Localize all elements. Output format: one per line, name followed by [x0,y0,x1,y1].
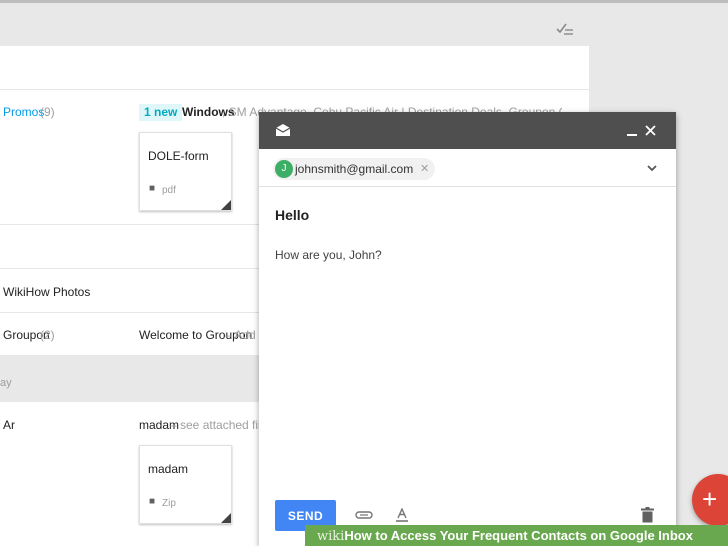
groupon-count: (2) [40,328,55,342]
corner-fold-icon [221,200,231,210]
trash-icon[interactable] [641,507,654,523]
avatar: J [275,160,293,178]
compose-window: J johnsmith@gmail.com ✕ Hello How are yo… [259,112,676,546]
attachment-name: madam [148,462,189,476]
body-field[interactable]: How are you, John? [275,248,382,262]
envelope-icon [275,124,291,136]
sweep-done-icon[interactable] [556,22,574,36]
zip-icon: ■ [149,496,156,507]
new-badge: 1 new [139,104,183,121]
watermark-banner: wikiHow to Access Your Frequent Contacts… [305,525,728,546]
corner-fold-icon [221,513,231,523]
attachment-name: DOLE-form [148,149,209,163]
compose-fab-button[interactable]: + [692,474,728,526]
attachment-type: Zip [162,498,176,509]
inbox-header-row [0,46,589,90]
ar-label: Ar [3,418,15,432]
close-icon[interactable] [645,125,656,136]
watermark-title: How to Access Your Frequent Contacts on … [344,528,693,543]
recipient-email: johnsmith@gmail.com [295,162,414,176]
chevron-down-icon[interactable] [647,165,657,172]
compose-header [259,112,676,149]
promos-count: (9) [40,105,55,119]
attachment-dole-form[interactable]: DOLE-form ■ pdf [139,132,232,211]
minimize-icon[interactable] [626,125,638,137]
recipient-chip[interactable]: J johnsmith@gmail.com ✕ [273,158,436,180]
top-bar [0,0,728,46]
attach-icon[interactable] [355,510,373,520]
attachment-madam[interactable]: madam ■ Zip [139,445,232,524]
attachment-type: pdf [162,185,176,196]
section-label: ay [0,377,12,389]
watermark-logo: wiki [317,529,345,544]
recipient-row[interactable]: J johnsmith@gmail.com ✕ [259,149,676,187]
remove-recipient-icon[interactable]: ✕ [420,158,429,180]
promos-label: Promos [3,105,45,119]
text-format-icon[interactable] [396,508,408,522]
subject-field[interactable]: Hello [275,207,309,223]
groupon-snippet: – Add " [225,328,264,342]
wikihow-label: WikiHow Photos [3,285,91,299]
file-icon: ■ [149,183,156,194]
